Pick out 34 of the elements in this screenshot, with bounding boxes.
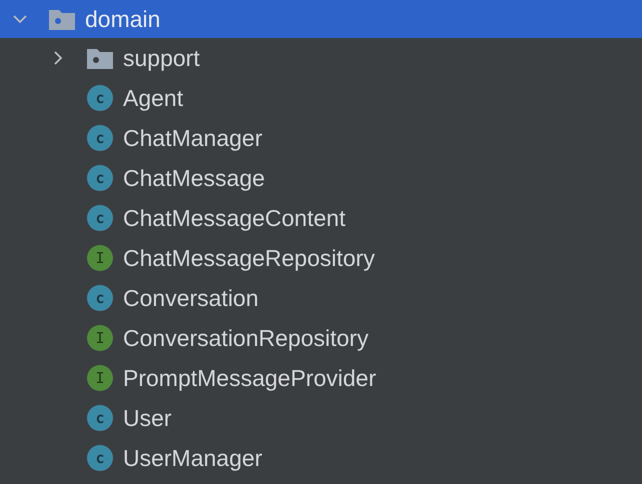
class-icon: c [87, 125, 113, 151]
tree-label: PromptMessageProvider [123, 364, 376, 392]
tree-row[interactable]: I ChatMessageRepository [0, 238, 642, 278]
tree-row[interactable]: c Conversation [0, 278, 642, 318]
class-icon: c [87, 165, 113, 191]
tree-label: support [123, 44, 200, 72]
tree-label: ConversationRepository [123, 324, 368, 352]
tree-label: ChatMessage [123, 164, 265, 192]
tree-row[interactable]: support [0, 38, 642, 78]
class-icon: c [87, 205, 113, 231]
tree-label: UserManager [123, 444, 262, 472]
tree-row[interactable]: c ChatManager [0, 118, 642, 158]
tree-row[interactable]: c ChatMessage [0, 158, 642, 198]
class-icon: c [87, 445, 113, 471]
tree-label: User [123, 404, 172, 432]
interface-icon: I [87, 365, 113, 391]
tree-row[interactable]: I PromptMessageProvider [0, 358, 642, 398]
tree-row[interactable]: c Agent [0, 78, 642, 118]
class-icon: c [87, 285, 113, 311]
tree-row[interactable]: domain [0, 0, 642, 38]
class-icon: c [87, 405, 113, 431]
tree-label: ChatMessageContent [123, 204, 346, 232]
tree-row[interactable]: c User [0, 398, 642, 438]
tree-row[interactable]: c UserManager [0, 438, 642, 478]
class-icon: c [87, 85, 113, 111]
interface-icon: I [87, 245, 113, 271]
tree-label: ChatManager [123, 124, 262, 152]
tree-row[interactable]: I ConversationRepository [0, 318, 642, 358]
tree-label: Agent [123, 84, 184, 112]
tree-label: Conversation [123, 284, 259, 312]
tree-label: domain [85, 6, 160, 32]
tree-row[interactable]: c ChatMessageContent [0, 198, 642, 238]
interface-icon: I [87, 325, 113, 351]
tree-label: ChatMessageRepository [123, 244, 375, 272]
